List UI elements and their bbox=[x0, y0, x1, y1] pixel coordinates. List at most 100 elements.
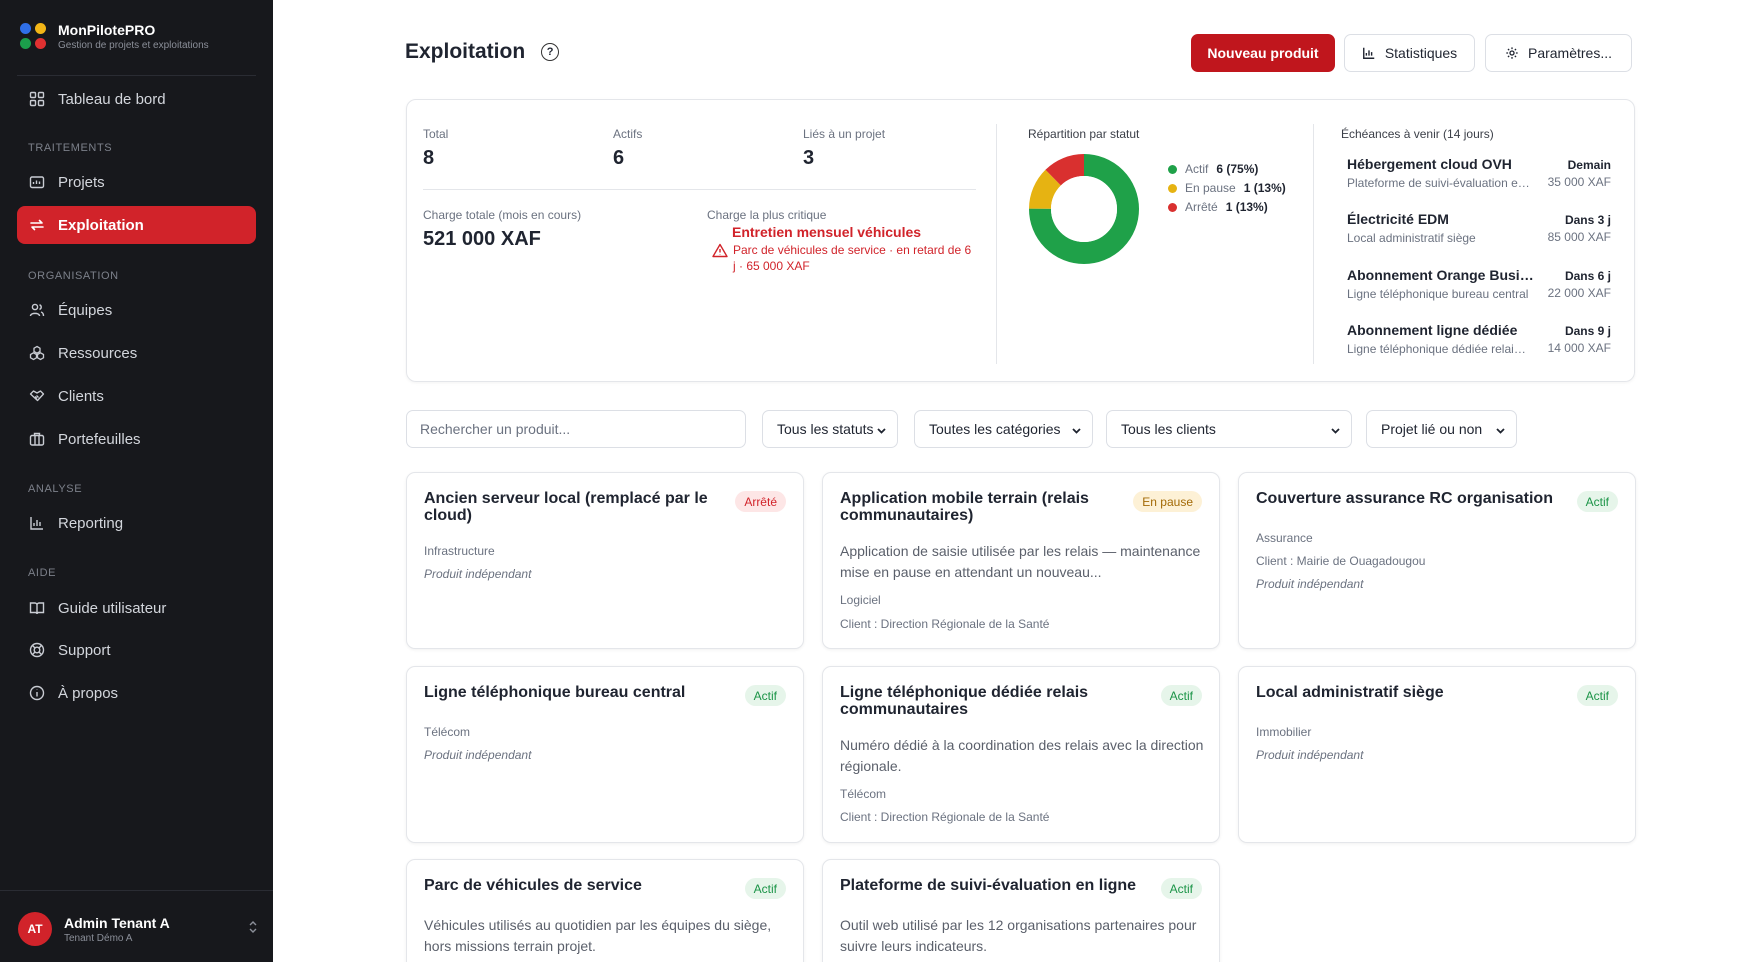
critique-label: Charge la plus critique bbox=[707, 208, 827, 222]
divider bbox=[1313, 124, 1314, 364]
charge-value: 521 000 XAF bbox=[423, 228, 541, 250]
divider bbox=[996, 124, 997, 364]
sidebar-item-apropos[interactable]: À propos bbox=[17, 674, 256, 712]
avatar: AT bbox=[18, 912, 52, 946]
echeance-amount: 14 000 XAF bbox=[1547, 341, 1611, 355]
nav-section-analyse: ANALYSE bbox=[28, 483, 83, 495]
settings-button[interactable]: Paramètres... bbox=[1485, 34, 1632, 72]
client-filter-value: Tous les clients bbox=[1121, 421, 1216, 437]
search-input[interactable] bbox=[406, 410, 746, 448]
dashboard-icon bbox=[28, 90, 46, 108]
status-badge: Actif bbox=[744, 685, 786, 706]
product-title: Application mobile terrain (relais commu… bbox=[840, 490, 1089, 524]
info-icon bbox=[28, 684, 46, 702]
help-icon[interactable]: ? bbox=[541, 43, 560, 61]
status-filter-select[interactable]: Tous les statuts bbox=[762, 410, 898, 448]
sidebar-item-portefeuilles[interactable]: Portefeuilles bbox=[17, 420, 256, 458]
sidebar-item-support[interactable]: Support bbox=[17, 631, 256, 669]
product-card[interactable]: Parc de véhicules de service Actif Véhic… bbox=[406, 859, 804, 962]
sidebar-item-reporting[interactable]: Reporting bbox=[17, 504, 256, 542]
sidebar-item-label: Tableau de bord bbox=[58, 90, 166, 108]
sidebar-item-guide[interactable]: Guide utilisateur bbox=[17, 589, 256, 627]
chevron-down-icon bbox=[1071, 423, 1082, 439]
product-card[interactable]: Ligne téléphonique bureau central Actif … bbox=[406, 666, 804, 843]
repeat-icon bbox=[28, 216, 46, 234]
book-icon bbox=[28, 599, 46, 617]
sidebar-item-projets[interactable]: Projets bbox=[17, 163, 256, 201]
echeance-sub: Ligne téléphonique dédiée relais communa… bbox=[1347, 342, 1531, 356]
echeance-amount: 22 000 XAF bbox=[1547, 286, 1611, 300]
legend-value: 1 (13%) bbox=[1225, 200, 1268, 214]
bar-chart-icon bbox=[28, 514, 46, 532]
legend-label: Arrêté bbox=[1185, 200, 1218, 214]
legend-item-actif: Actif 6 (75%) bbox=[1168, 162, 1258, 176]
sidebar-item-label: Clients bbox=[58, 387, 104, 405]
brand-name: MonPilotePRO bbox=[58, 22, 156, 38]
echeance-when: Dans 9 j bbox=[1564, 324, 1611, 338]
echeance-when: Dans 6 j bbox=[1564, 269, 1611, 283]
product-card[interactable]: Plateforme de suivi-évaluation en ligne … bbox=[822, 859, 1220, 962]
critique-detail: Parc de véhicules de service · en retard… bbox=[712, 242, 977, 274]
sidebar-item-ressources[interactable]: Ressources bbox=[17, 334, 256, 372]
product-title: Ancien serveur local (remplacé par le cl… bbox=[424, 490, 708, 524]
echeance-item[interactable]: Électricité EDM Local administratif sièg… bbox=[1341, 211, 1611, 245]
brand[interactable]: MonPilotePRO Gestion de projets et explo… bbox=[20, 22, 209, 51]
product-card[interactable]: Ancien serveur local (remplacé par le cl… bbox=[406, 472, 804, 649]
product-title: Local administratif siège bbox=[1256, 684, 1444, 701]
status-donut-chart bbox=[1029, 154, 1139, 264]
echeance-when: Demain bbox=[1567, 158, 1611, 172]
critique-desc: Parc de véhicules de service · en retard… bbox=[733, 243, 972, 273]
legend-label: Actif bbox=[1185, 162, 1209, 176]
divider bbox=[0, 890, 273, 891]
critique-title[interactable]: Entretien mensuel véhicules bbox=[732, 224, 921, 240]
echeance-name: Abonnement Orange Business bbox=[1347, 267, 1541, 283]
sidebar-item-equipes[interactable]: Équipes bbox=[17, 291, 256, 329]
settings-label: Paramètres... bbox=[1527, 45, 1613, 61]
product-title: Parc de véhicules de service bbox=[424, 877, 642, 894]
echeance-item[interactable]: Abonnement ligne dédiée Ligne téléphoniq… bbox=[1341, 322, 1611, 356]
echeance-sub: Plateforme de suivi-évaluation en ligne bbox=[1347, 176, 1531, 190]
total-value: 8 bbox=[423, 147, 435, 169]
product-category: Télécom bbox=[424, 725, 471, 739]
status-badge: Actif bbox=[1576, 685, 1618, 706]
chevron-down-icon bbox=[1330, 423, 1341, 439]
status-badge: Arrêté bbox=[735, 491, 786, 512]
project-link-filter-value: Projet lié ou non bbox=[1381, 421, 1483, 437]
category-filter-select[interactable]: Toutes les catégories bbox=[914, 410, 1093, 448]
sidebar-item-clients[interactable]: Clients bbox=[17, 377, 256, 415]
project-link-filter-select[interactable]: Projet lié ou non bbox=[1366, 410, 1517, 448]
product-card[interactable]: Local administratif siège Actif Immobili… bbox=[1238, 666, 1636, 843]
bar-chart-icon bbox=[1362, 46, 1376, 60]
product-independent: Produit indépendant bbox=[424, 748, 532, 762]
status-badge: En pause bbox=[1133, 491, 1202, 512]
sidebar-item-dashboard[interactable]: Tableau de bord bbox=[17, 80, 256, 118]
actifs-value: 6 bbox=[613, 147, 625, 169]
product-category: Logiciel bbox=[840, 593, 881, 607]
client-filter-select[interactable]: Tous les clients bbox=[1106, 410, 1352, 448]
page-header: Exploitation ? bbox=[405, 40, 560, 64]
total-label: Total bbox=[423, 127, 449, 141]
product-title: Ligne téléphonique dédiée relais communa… bbox=[840, 684, 1089, 718]
sidebar-item-exploitation[interactable]: Exploitation bbox=[17, 206, 256, 244]
product-card[interactable]: Ligne téléphonique dédiée relais communa… bbox=[822, 666, 1220, 843]
product-description: Outil web utilisé par les 12 organisatio… bbox=[840, 917, 1197, 954]
brand-logo bbox=[20, 22, 48, 51]
folder-icon bbox=[28, 173, 46, 191]
user-tenant: Tenant Démo A bbox=[64, 932, 133, 944]
echeance-name: Hébergement cloud OVH bbox=[1347, 156, 1512, 172]
statistics-button[interactable]: Statistiques bbox=[1344, 34, 1475, 72]
echeances-title: Échéances à venir (14 jours) bbox=[1341, 127, 1494, 141]
category-filter-value: Toutes les catégories bbox=[929, 421, 1061, 437]
statistics-label: Statistiques bbox=[1384, 45, 1458, 61]
product-card[interactable]: Application mobile terrain (relais commu… bbox=[822, 472, 1220, 649]
legend-swatch bbox=[1168, 183, 1177, 193]
product-independent: Produit indépendant bbox=[1256, 577, 1364, 591]
product-independent: Produit indépendant bbox=[1256, 748, 1364, 762]
product-card[interactable]: Couverture assurance RC organisation Act… bbox=[1238, 472, 1636, 649]
new-product-button[interactable]: Nouveau produit bbox=[1191, 34, 1335, 72]
user-menu[interactable]: AT Admin Tenant A Tenant Démo A bbox=[18, 912, 258, 946]
echeance-item[interactable]: Hébergement cloud OVH Plateforme de suiv… bbox=[1341, 156, 1611, 190]
product-description: Application de saisie utilisée par les r… bbox=[840, 543, 1201, 580]
product-title: Couverture assurance RC organisation bbox=[1256, 490, 1553, 507]
echeance-item[interactable]: Abonnement Orange Business Ligne télépho… bbox=[1341, 267, 1611, 301]
